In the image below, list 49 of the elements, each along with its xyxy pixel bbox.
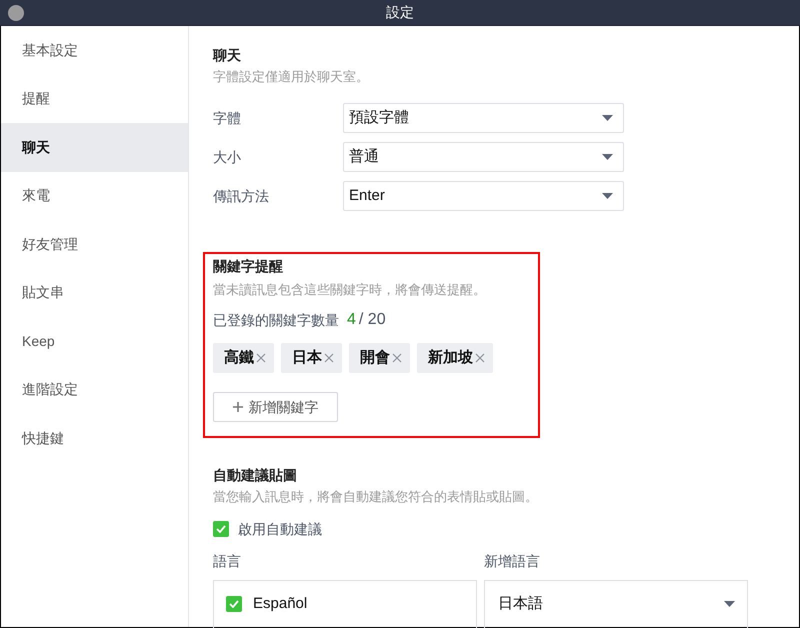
section-description: 字體設定僅適用於聊天室。 (213, 68, 370, 86)
keyword-limit: / 20 (358, 310, 386, 330)
sidebar-item[interactable]: 來電 (1, 172, 188, 220)
dropdown-select[interactable]: 普通 (343, 142, 624, 172)
sidebar-item[interactable]: 提醒 (1, 74, 188, 123)
dropdown-select[interactable]: Enter (343, 181, 624, 211)
caret-down-icon (602, 115, 613, 121)
checkbox[interactable] (226, 596, 242, 612)
dropdown-select[interactable]: 預設字體 (343, 103, 624, 133)
sidebar-item[interactable]: 貼文串 (1, 268, 188, 317)
remove-icon[interactable] (324, 353, 334, 363)
keyword-label: 高鐵 (224, 348, 254, 368)
sidebar-item[interactable]: Keep (1, 317, 188, 366)
keyword-label: 新加坡 (428, 348, 473, 368)
checkbox-label: 啟用自動建議 (238, 520, 322, 538)
window-control-icon[interactable] (8, 4, 24, 20)
section-title: 關鍵字提醒 (213, 257, 284, 276)
checkmark-icon (216, 525, 226, 533)
caret-down-icon (602, 193, 613, 199)
sidebar-item[interactable]: 聊天 (1, 123, 188, 172)
add-keyword-button[interactable]: 新增關鍵字 (213, 392, 338, 422)
section-description: 當您輸入訊息時，將會自動建議您符合的表情貼或貼圖。 (213, 488, 539, 506)
keyword-label: 日本 (292, 348, 322, 368)
remove-icon[interactable] (475, 353, 485, 363)
sidebar-item[interactable]: 好友管理 (1, 220, 188, 268)
sidebar-item[interactable]: 快捷鍵 (1, 414, 188, 462)
setting-label: 大小 (213, 148, 242, 166)
caret-down-icon (724, 601, 735, 607)
section-title: 聊天 (213, 46, 242, 65)
sidebar-item[interactable]: 進階設定 (1, 366, 188, 414)
remove-icon[interactable] (392, 353, 402, 363)
sidebar-item[interactable]: 基本設定 (1, 26, 188, 74)
plus-icon (232, 402, 242, 412)
language-select[interactable]: 日本語 (484, 580, 748, 628)
column-label: 語言 (213, 552, 242, 571)
column-label: 新增語言 (484, 552, 541, 571)
keyword-count-label: 已登錄的關鍵字數量 (213, 310, 339, 330)
section-title: 自動建議貼圖 (213, 466, 298, 485)
checkbox[interactable] (213, 521, 229, 537)
keyword-label: 開會 (360, 348, 390, 368)
setting-label: 字體 (213, 108, 242, 128)
window-title: 設定 (386, 3, 414, 22)
section-description: 當未讀訊息包含這些關鍵字時，將會傳送提醒。 (213, 281, 487, 299)
caret-down-icon (602, 154, 613, 160)
language-label: Español (253, 594, 308, 614)
checkmark-icon (229, 600, 239, 608)
setting-label: 傳訊方法 (213, 186, 270, 206)
remove-icon[interactable] (256, 353, 266, 363)
keyword-count: 4 (347, 310, 356, 330)
